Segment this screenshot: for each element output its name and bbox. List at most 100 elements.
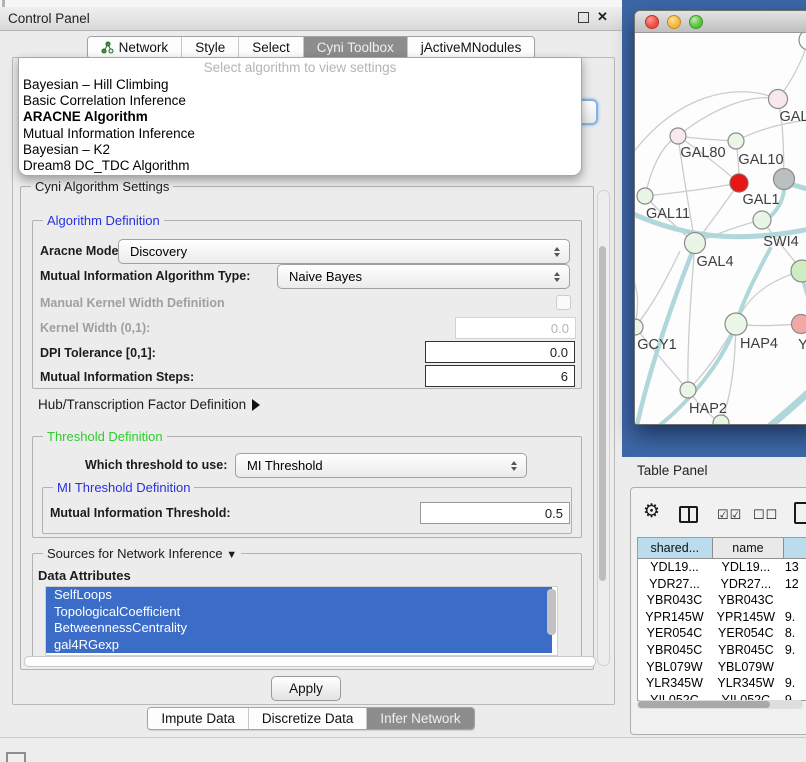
network-icon	[101, 41, 114, 54]
network-node[interactable]	[792, 315, 806, 334]
attribute-item[interactable]: SelfLoops	[46, 587, 552, 604]
zoom-traffic-light[interactable]	[689, 15, 703, 29]
table-row[interactable]: YER054CYER054C8.	[638, 625, 806, 642]
network-node[interactable]	[637, 188, 653, 204]
dropdown-options: Bayesian – Hill ClimbingBasic Correlatio…	[19, 77, 581, 174]
settings-scrollbar[interactable]	[597, 190, 610, 666]
table-cell: YBL079W	[638, 659, 711, 676]
algorithm-option[interactable]: Mutual Information Inference	[19, 126, 581, 142]
tab-impute-data[interactable]: Impute Data	[148, 708, 248, 729]
network-window: GALGAL80GAL10GAL1GAL11SWI4GAL4GCY1HAP4YH…	[634, 10, 806, 425]
collapse-down-icon: ▼	[226, 549, 237, 561]
network-node[interactable]	[769, 90, 788, 109]
document-icon[interactable]	[794, 502, 806, 524]
tab-infer-network[interactable]: Infer Network	[366, 708, 473, 729]
algorithm-option[interactable]: ARACNE Algorithm	[19, 109, 581, 125]
attribute-item[interactable]: BetweennessCentrality	[46, 620, 552, 637]
close-traffic-light[interactable]	[645, 15, 659, 29]
network-node[interactable]	[728, 133, 744, 149]
algorithm-option[interactable]: Bayesian – K2	[19, 142, 581, 158]
tab-select[interactable]: Select	[238, 37, 303, 58]
kernel-width-field[interactable]: 0.0	[455, 317, 576, 339]
table-cell: YLR345W	[711, 675, 781, 692]
table-cell: 9	[781, 692, 806, 700]
network-node[interactable]	[799, 33, 806, 50]
minimize-traffic-light[interactable]	[667, 15, 681, 29]
aracne-mode-select[interactable]: Discovery	[118, 239, 570, 264]
network-node[interactable]	[753, 211, 771, 229]
column-header[interactable]: name	[713, 538, 785, 559]
table-horizontal-scrollbar[interactable]	[637, 700, 803, 709]
network-node[interactable]	[774, 169, 795, 190]
unchecked-boxes-icon[interactable]: ☐☐	[753, 507, 778, 523]
network-node[interactable]	[670, 128, 686, 144]
algorithm-option[interactable]: Bayesian – Hill Climbing	[19, 77, 581, 93]
table-cell: YBR043C	[711, 592, 781, 609]
horizontal-scrollbar[interactable]	[24, 656, 596, 667]
attribute-item[interactable]: TopologicalCoefficient	[46, 604, 552, 621]
list-scrollbar[interactable]	[547, 589, 556, 635]
network-node-label: Y	[798, 337, 806, 353]
network-node[interactable]	[725, 313, 747, 335]
manual-kernel-label: Manual Kernel Width Definition	[40, 296, 225, 310]
table-row[interactable]: YBR043CYBR043C	[638, 592, 806, 609]
tab-network[interactable]: Network	[88, 37, 182, 58]
network-node-label: GCY1	[637, 337, 677, 353]
table-row[interactable]: YBL079WYBL079W	[638, 659, 806, 676]
dpi-tolerance-field[interactable]: 0.0	[425, 341, 575, 363]
table-row[interactable]: YPR145WYPR145W9.	[638, 609, 806, 626]
table-header-row: shared... name	[638, 538, 806, 559]
network-window-titlebar[interactable]	[635, 11, 806, 33]
gear-icon[interactable]: ⚙	[643, 500, 660, 523]
tab-discretize-data[interactable]: Discretize Data	[248, 708, 367, 729]
network-node-label: SWI4	[763, 234, 798, 250]
network-node-label: GAL80	[680, 145, 725, 161]
network-node[interactable]	[791, 260, 806, 282]
data-attributes-list[interactable]: SelfLoopsTopologicalCoefficientBetweenne…	[45, 586, 558, 656]
hub-definition-toggle[interactable]: Hub/Transcription Factor Definition	[38, 397, 260, 412]
top-strip	[0, 0, 622, 7]
dropdown-placeholder: Select algorithm to view settings	[19, 58, 581, 77]
network-node-label: HAP4	[740, 336, 778, 352]
table-row[interactable]: YIL052CYIL052C9	[638, 692, 806, 700]
network-node[interactable]	[730, 174, 748, 192]
tab-jactivemnodules[interactable]: jActiveMNodules	[407, 37, 535, 58]
which-threshold-select[interactable]: MI Threshold	[235, 453, 527, 478]
checked-boxes-icon[interactable]: ☑☑	[717, 507, 742, 523]
network-node[interactable]	[680, 382, 696, 398]
scrollbar-thumb[interactable]	[638, 701, 770, 708]
table-cell: YPR145W	[711, 609, 781, 626]
algorithm-option[interactable]: Basic Correlation Inference	[19, 93, 581, 109]
float-window-icon[interactable]	[578, 12, 589, 23]
close-icon[interactable]: ✕	[597, 9, 608, 25]
table-cell: 9.	[781, 642, 806, 659]
mi-steps-field[interactable]: 6	[425, 365, 575, 387]
attribute-item[interactable]: gal4RGexp	[46, 637, 552, 654]
table-row[interactable]: YDL19...YDL19...13	[638, 559, 806, 576]
mi-threshold-field[interactable]: 0.5	[420, 502, 570, 524]
table-body: YDL19...YDL19...13YDR27...YDR27...12YBR0…	[638, 559, 806, 700]
algorithm-definition-title: Algorithm Definition	[43, 213, 164, 228]
table-row[interactable]: YDR27...YDR27...12	[638, 576, 806, 593]
column-header[interactable]	[784, 538, 806, 559]
table-row[interactable]: YBR045CYBR045C9.	[638, 642, 806, 659]
algorithm-dropdown: Select algorithm to view settings Bayesi…	[18, 57, 582, 176]
network-node[interactable]	[685, 233, 706, 254]
column-header[interactable]: shared...	[638, 538, 713, 559]
sources-title[interactable]: Sources for Network Inference ▼	[43, 546, 241, 561]
column-view-icon[interactable]	[679, 506, 698, 523]
scrollbar-thumb[interactable]	[599, 246, 606, 581]
network-node[interactable]	[635, 319, 643, 335]
apply-button[interactable]: Apply	[271, 676, 341, 701]
tab-style[interactable]: Style	[181, 37, 238, 58]
algorithm-option[interactable]: Dream8 DC_TDC Algorithm	[19, 158, 581, 174]
partial-panel-icon[interactable]	[6, 752, 26, 762]
mi-algorithm-type-select[interactable]: Naive Bayes	[277, 264, 570, 289]
tab-cyni-toolbox[interactable]: Cyni Toolbox	[303, 37, 407, 58]
manual-kernel-checkbox[interactable]	[556, 295, 571, 310]
attribute-items: SelfLoopsTopologicalCoefficientBetweenne…	[46, 587, 557, 653]
network-view[interactable]: GALGAL80GAL10GAL1GAL11SWI4GAL4GCY1HAP4YH…	[635, 33, 806, 424]
combo-arrows-icon	[506, 461, 526, 471]
table-cell: YER054C	[711, 625, 781, 642]
table-row[interactable]: YLR345WYLR345W9.	[638, 675, 806, 692]
